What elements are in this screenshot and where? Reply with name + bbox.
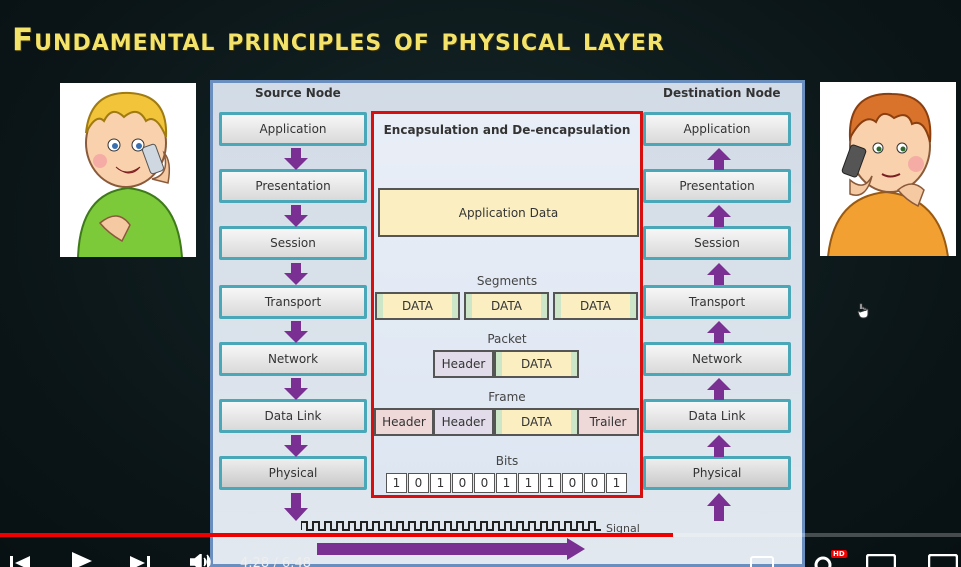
- receiver-illustration: [820, 82, 956, 256]
- bit: 0: [562, 473, 583, 493]
- down-arrow-icon: [284, 378, 308, 400]
- segment-data-3: DATA: [553, 292, 638, 320]
- down-arrow-icon: [284, 493, 308, 521]
- up-arrow-icon: [707, 263, 731, 285]
- previous-icon[interactable]: [8, 556, 30, 567]
- up-arrow-icon: [707, 205, 731, 227]
- down-arrow-icon: [284, 205, 308, 227]
- progress-fill: [0, 533, 673, 537]
- source-layer-presentation: Presentation: [219, 169, 367, 203]
- down-arrow-icon: [284, 148, 308, 170]
- packet-header: Header: [433, 350, 494, 378]
- destination-node-title: Destination Node: [663, 86, 781, 100]
- application-data-block: Application Data: [378, 188, 639, 237]
- hd-badge: HD: [831, 550, 847, 558]
- up-arrow-icon: [707, 378, 731, 400]
- bit: 1: [518, 473, 539, 493]
- destination-layer-application: Application: [643, 112, 791, 146]
- bit: 1: [386, 473, 407, 493]
- segment-data-2: DATA: [464, 292, 549, 320]
- destination-layer-network: Network: [643, 342, 791, 376]
- bit: 1: [496, 473, 517, 493]
- packet-data: DATA: [494, 350, 579, 378]
- frame-label: Frame: [488, 390, 526, 404]
- destination-layer-session: Session: [643, 226, 791, 260]
- up-arrow-icon: [707, 148, 731, 170]
- bit: 0: [474, 473, 495, 493]
- up-arrow-icon: [707, 435, 731, 457]
- destination-layer-data-link: Data Link: [643, 399, 791, 433]
- time-display: 4:28 / 6:48: [240, 556, 312, 567]
- player-controls: [0, 540, 961, 567]
- frame-trailer: Trailer: [577, 408, 639, 436]
- osi-diagram-slide: Source Node Destination Node Application…: [210, 80, 805, 567]
- source-layer-network: Network: [219, 342, 367, 376]
- down-arrow-icon: [284, 435, 308, 457]
- segments-label: Segments: [476, 274, 538, 288]
- next-icon[interactable]: [130, 556, 152, 567]
- bit: 0: [452, 473, 473, 493]
- frame-header-inner: Header: [433, 408, 494, 436]
- source-layer-session: Session: [219, 226, 367, 260]
- source-layer-data-link: Data Link: [219, 399, 367, 433]
- bit: 0: [408, 473, 429, 493]
- caller-illustration: [60, 83, 196, 257]
- bit: 1: [540, 473, 561, 493]
- destination-layer-physical: Physical: [643, 456, 791, 490]
- encapsulation-title: Encapsulation and De-encapsulation: [383, 123, 631, 137]
- progress-bar[interactable]: [0, 533, 961, 537]
- encapsulation-panel: Encapsulation and De-encapsulation Appli…: [371, 111, 643, 498]
- hand-cursor-icon: [857, 303, 869, 319]
- subtitles-icon[interactable]: [750, 556, 774, 567]
- play-icon[interactable]: [70, 552, 94, 567]
- destination-layer-presentation: Presentation: [643, 169, 791, 203]
- bit: 0: [584, 473, 605, 493]
- down-arrow-icon: [284, 321, 308, 343]
- destination-layer-transport: Transport: [643, 285, 791, 319]
- signal-waveform: [301, 521, 601, 531]
- down-arrow-icon: [284, 263, 308, 285]
- up-arrow-icon: [707, 493, 731, 521]
- frame-header-outer: Header: [374, 408, 434, 436]
- slide-title: Fundamental principles of physical layer: [12, 22, 665, 58]
- video-frame[interactable]: Fundamental principles of physical layer: [0, 0, 961, 567]
- bit: 1: [430, 473, 451, 493]
- up-arrow-icon: [707, 321, 731, 343]
- bits-row: 1 0 1 0 0 1 1 1 0 0 1: [386, 473, 628, 493]
- source-layer-application: Application: [219, 112, 367, 146]
- bit: 1: [606, 473, 627, 493]
- source-node-title: Source Node: [255, 86, 341, 100]
- frame-data: DATA: [494, 408, 579, 436]
- theater-mode-icon[interactable]: [928, 554, 958, 567]
- bits-label: Bits: [495, 454, 519, 468]
- source-layer-physical: Physical: [219, 456, 367, 490]
- source-layer-transport: Transport: [219, 285, 367, 319]
- volume-icon[interactable]: [190, 554, 214, 567]
- segment-data-1: DATA: [375, 292, 460, 320]
- miniplayer-icon[interactable]: [866, 554, 896, 567]
- packet-label: Packet: [487, 332, 527, 346]
